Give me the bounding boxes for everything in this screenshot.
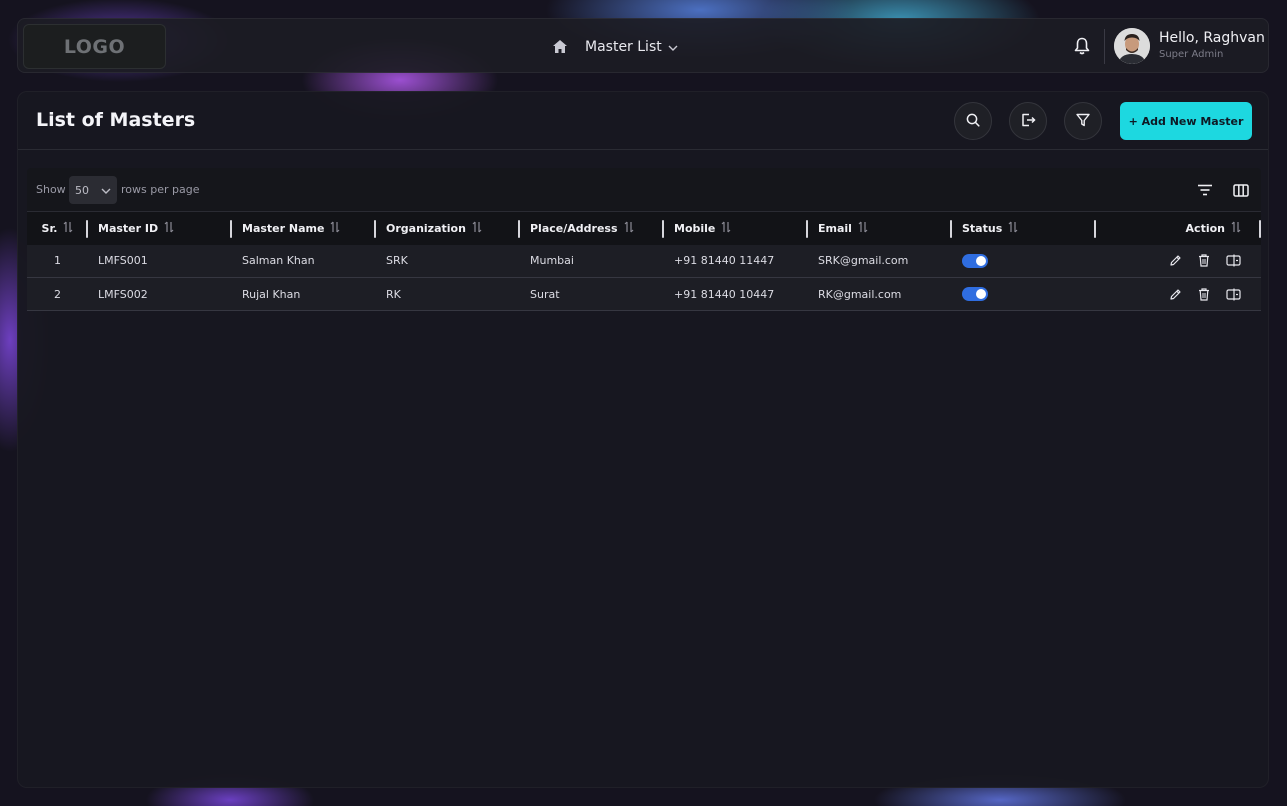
cell-mobile: +91 81440 11447 (664, 244, 808, 278)
cell-email: RK@gmail.com (808, 277, 952, 311)
col-spacer (1096, 211, 1126, 245)
sort-arrows-icon (63, 221, 73, 236)
main-panel: List of Masters + Add New Master Show 50… (17, 91, 1269, 788)
col-email-label: Email (818, 221, 852, 235)
col-master-name-label: Master Name (242, 221, 325, 235)
user-role: Super Admin (1159, 49, 1224, 60)
edit-icon[interactable] (1169, 254, 1182, 267)
cell-sr: 2 (27, 277, 88, 311)
cell-organization: SRK (376, 244, 520, 278)
bell-icon[interactable] (1066, 29, 1098, 63)
cell-master-name: Rujal Khan (232, 277, 376, 311)
cell-organization: RK (376, 277, 520, 311)
user-name: Hello, Raghvan (1159, 30, 1265, 46)
masters-table-container: Show 50 rows per page Sr. Master ID Mast… (27, 168, 1261, 311)
header-divider (1104, 29, 1105, 64)
cell-actions (1126, 244, 1261, 278)
col-mobile-label: Mobile (674, 221, 716, 235)
delete-icon[interactable] (1198, 254, 1210, 267)
breadcrumb: Master List (553, 19, 678, 74)
sort-arrows-icon (858, 221, 868, 236)
edit-icon[interactable] (1169, 288, 1182, 301)
col-place-address[interactable]: Place/Address (520, 211, 664, 245)
nav-master-list-dropdown[interactable]: Master List (585, 39, 678, 55)
cell-email: SRK@gmail.com (808, 244, 952, 278)
col-sr-label: Sr. (41, 221, 58, 235)
sort-arrows-icon (164, 221, 174, 236)
col-organization-label: Organization (386, 221, 466, 235)
rows-per-page-label: rows per page (121, 183, 200, 196)
table-row[interactable]: 2 LMFS002 Rujal Khan RK Surat +91 81440 … (27, 277, 1261, 311)
sort-arrows-icon (472, 221, 482, 236)
logo[interactable]: LOGO (23, 24, 166, 69)
rows-per-page-value: 50 (75, 183, 89, 197)
cell-sr: 1 (27, 244, 88, 278)
page-title: List of Masters (36, 109, 196, 131)
cell-place: Mumbai (520, 244, 664, 278)
view-icon[interactable] (1226, 288, 1241, 301)
sort-arrows-icon (1008, 221, 1018, 236)
cell-master-id: LMFS002 (88, 277, 232, 311)
cell-master-id: LMFS001 (88, 244, 232, 278)
sort-arrows-icon (721, 221, 731, 236)
search-icon (966, 112, 980, 131)
col-action[interactable]: Action (1126, 211, 1261, 245)
panel-divider (18, 149, 1268, 150)
cell-status (952, 277, 1096, 311)
sort-icon[interactable] (1196, 181, 1214, 199)
status-toggle[interactable] (962, 287, 988, 301)
masters-table: Sr. Master ID Master Name Organization P… (27, 211, 1261, 311)
delete-icon[interactable] (1198, 287, 1210, 301)
nav-title-label: Master List (585, 38, 662, 55)
show-label: Show (36, 183, 66, 196)
col-sr[interactable]: Sr. (27, 211, 88, 245)
user-info[interactable]: Hello, Raghvan Super Admin (1159, 30, 1265, 60)
sort-arrows-icon (1231, 221, 1241, 236)
top-header: LOGO Master List Hello, Raghvan Super Ad… (17, 18, 1269, 73)
col-status-label: Status (962, 221, 1003, 235)
cell-mobile: +91 81440 10447 (664, 277, 808, 311)
col-master-id[interactable]: Master ID (88, 211, 232, 245)
col-master-name[interactable]: Master Name (232, 211, 376, 245)
col-action-label: Action (1185, 221, 1225, 235)
add-new-master-button[interactable]: + Add New Master (1120, 102, 1252, 140)
col-master-id-label: Master ID (98, 221, 159, 235)
sort-arrows-icon (330, 221, 340, 236)
cell-place: Surat (520, 277, 664, 311)
col-status[interactable]: Status (952, 211, 1096, 245)
col-email[interactable]: Email (808, 211, 952, 245)
chevron-down-icon (101, 184, 111, 197)
cell-actions (1126, 277, 1261, 311)
sort-arrows-icon (624, 221, 634, 236)
col-place-address-label: Place/Address (530, 221, 618, 235)
columns-icon[interactable] (1232, 181, 1250, 199)
cell-spacer (1096, 277, 1126, 311)
cell-master-name: Salman Khan (232, 244, 376, 278)
cell-status (952, 244, 1096, 278)
filter-button[interactable] (1064, 102, 1102, 140)
col-mobile[interactable]: Mobile (664, 211, 808, 245)
export-icon (1021, 112, 1036, 131)
rows-per-page-select[interactable]: 50 (69, 176, 117, 204)
view-icon[interactable] (1226, 254, 1241, 267)
avatar[interactable] (1114, 28, 1150, 64)
table-toolbar: Show 50 rows per page (27, 168, 1261, 211)
chevron-down-icon (668, 39, 678, 55)
cell-spacer (1096, 244, 1126, 278)
table-row[interactable]: 1 LMFS001 Salman Khan SRK Mumbai +91 814… (27, 244, 1261, 278)
status-toggle[interactable] (962, 253, 988, 268)
col-organization[interactable]: Organization (376, 211, 520, 245)
home-icon[interactable] (553, 40, 567, 53)
search-button[interactable] (954, 102, 992, 140)
table-header-row: Sr. Master ID Master Name Organization P… (27, 211, 1261, 245)
filter-icon (1076, 112, 1090, 131)
export-button[interactable] (1009, 102, 1047, 140)
